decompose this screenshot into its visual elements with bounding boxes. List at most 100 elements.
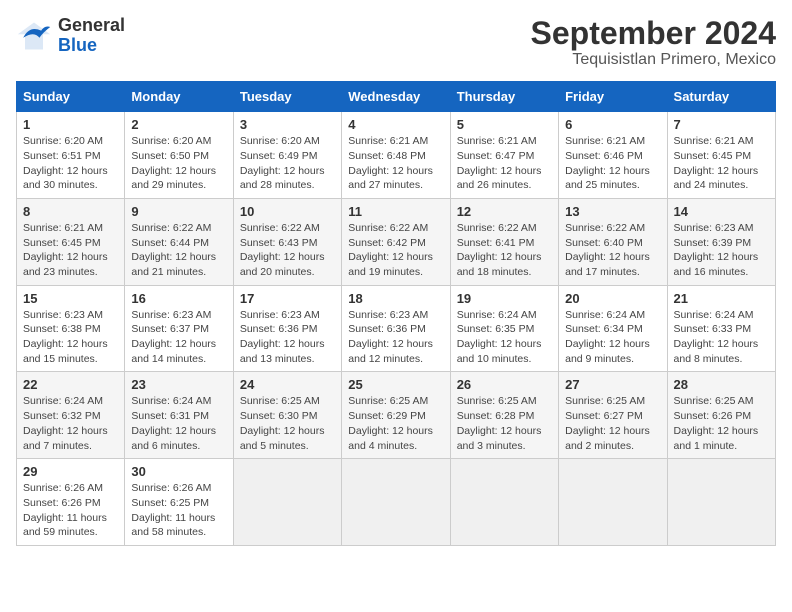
- table-row: 16Sunrise: 6:23 AM Sunset: 6:37 PM Dayli…: [125, 285, 233, 372]
- day-number: 3: [240, 117, 335, 132]
- day-info: Sunrise: 6:23 AM Sunset: 6:37 PM Dayligh…: [131, 308, 226, 367]
- day-number: 30: [131, 464, 226, 479]
- table-row: 2Sunrise: 6:20 AM Sunset: 6:50 PM Daylig…: [125, 112, 233, 199]
- day-info: Sunrise: 6:25 AM Sunset: 6:30 PM Dayligh…: [240, 394, 335, 453]
- day-info: Sunrise: 6:22 AM Sunset: 6:44 PM Dayligh…: [131, 221, 226, 280]
- header-wednesday: Wednesday: [342, 82, 450, 112]
- table-row: [450, 459, 558, 546]
- title-area: September 2024 Tequisistlan Primero, Mex…: [531, 16, 776, 69]
- calendar-week-row: 15 Sunrise: 6:23 AM Sunset: 6:38 PM Dayli…: [17, 285, 776, 372]
- table-row: 8 Sunrise: 6:21 AM Sunset: 6:45 PM Daylig…: [17, 198, 125, 285]
- table-row: 14Sunrise: 6:23 AM Sunset: 6:39 PM Dayli…: [667, 198, 775, 285]
- day-info: Sunrise: 6:23 AM Sunset: 6:38 PM Dayligh…: [23, 308, 118, 367]
- day-number: 17: [240, 291, 335, 306]
- table-row: 21 Sunrise: 6:24 AM Sunset: 6:33 PM Dayli…: [667, 285, 775, 372]
- day-number: 4: [348, 117, 443, 132]
- table-row: 15 Sunrise: 6:23 AM Sunset: 6:38 PM Dayli…: [17, 285, 125, 372]
- day-info: Sunrise: 6:23 AM Sunset: 6:36 PM Dayligh…: [240, 308, 335, 367]
- day-info: Sunrise: 6:21 AM Sunset: 6:45 PM Dayligh…: [674, 134, 769, 193]
- table-row: 23 Sunrise: 6:24 AM Sunset: 6:31 PM Dayli…: [125, 372, 233, 459]
- table-row: 9 Sunrise: 6:22 AM Sunset: 6:44 PM Daylig…: [125, 198, 233, 285]
- table-row: 29Sunrise: 6:26 AM Sunset: 6:26 PM Dayli…: [17, 459, 125, 546]
- day-number: 21: [674, 291, 769, 306]
- table-row: 20Sunrise: 6:24 AM Sunset: 6:34 PM Dayli…: [559, 285, 667, 372]
- table-row: 24 Sunrise: 6:25 AM Sunset: 6:30 PM Dayli…: [233, 372, 341, 459]
- day-number: 23: [131, 377, 226, 392]
- header-thursday: Thursday: [450, 82, 558, 112]
- day-number: 8: [23, 204, 118, 219]
- table-row: 4Sunrise: 6:21 AM Sunset: 6:48 PM Daylig…: [342, 112, 450, 199]
- table-row: 18 Sunrise: 6:23 AM Sunset: 6:36 PM Dayli…: [342, 285, 450, 372]
- weekday-header-row: Sunday Monday Tuesday Wednesday Thursday…: [17, 82, 776, 112]
- day-info: Sunrise: 6:20 AM Sunset: 6:49 PM Dayligh…: [240, 134, 335, 193]
- day-number: 1: [23, 117, 118, 132]
- day-info: Sunrise: 6:22 AM Sunset: 6:42 PM Dayligh…: [348, 221, 443, 280]
- day-info: Sunrise: 6:22 AM Sunset: 6:41 PM Dayligh…: [457, 221, 552, 280]
- table-row: 5 Sunrise: 6:21 AM Sunset: 6:47 PM Daylig…: [450, 112, 558, 199]
- table-row: 26 Sunrise: 6:25 AM Sunset: 6:28 PM Dayli…: [450, 372, 558, 459]
- calendar-week-row: 1 Sunrise: 6:20 AM Sunset: 6:51 PM Daylig…: [17, 112, 776, 199]
- day-info: Sunrise: 6:26 AM Sunset: 6:25 PM Dayligh…: [131, 481, 226, 540]
- calendar-subtitle: Tequisistlan Primero, Mexico: [531, 51, 776, 69]
- table-row: 22 Sunrise: 6:24 AM Sunset: 6:32 PM Dayli…: [17, 372, 125, 459]
- day-info: Sunrise: 6:24 AM Sunset: 6:31 PM Dayligh…: [131, 394, 226, 453]
- day-number: 13: [565, 204, 660, 219]
- table-row: 3 Sunrise: 6:20 AM Sunset: 6:49 PM Daylig…: [233, 112, 341, 199]
- table-row: 25Sunrise: 6:25 AM Sunset: 6:29 PM Dayli…: [342, 372, 450, 459]
- day-number: 12: [457, 204, 552, 219]
- day-info: Sunrise: 6:21 AM Sunset: 6:47 PM Dayligh…: [457, 134, 552, 193]
- table-row: 12 Sunrise: 6:22 AM Sunset: 6:41 PM Dayli…: [450, 198, 558, 285]
- header-monday: Monday: [125, 82, 233, 112]
- day-number: 20: [565, 291, 660, 306]
- table-row: 6 Sunrise: 6:21 AM Sunset: 6:46 PM Daylig…: [559, 112, 667, 199]
- table-row: 27 Sunrise: 6:25 AM Sunset: 6:27 PM Dayli…: [559, 372, 667, 459]
- day-number: 10: [240, 204, 335, 219]
- day-number: 24: [240, 377, 335, 392]
- header-tuesday: Tuesday: [233, 82, 341, 112]
- day-number: 6: [565, 117, 660, 132]
- day-info: Sunrise: 6:22 AM Sunset: 6:43 PM Dayligh…: [240, 221, 335, 280]
- day-number: 18: [348, 291, 443, 306]
- calendar-title: September 2024: [531, 16, 776, 51]
- day-number: 26: [457, 377, 552, 392]
- calendar-week-row: 8 Sunrise: 6:21 AM Sunset: 6:45 PM Daylig…: [17, 198, 776, 285]
- table-row: 10 Sunrise: 6:22 AM Sunset: 6:43 PM Dayli…: [233, 198, 341, 285]
- day-info: Sunrise: 6:25 AM Sunset: 6:27 PM Dayligh…: [565, 394, 660, 453]
- calendar-week-row: 29Sunrise: 6:26 AM Sunset: 6:26 PM Dayli…: [17, 459, 776, 546]
- table-row: 13Sunrise: 6:22 AM Sunset: 6:40 PM Dayli…: [559, 198, 667, 285]
- header-sunday: Sunday: [17, 82, 125, 112]
- day-info: Sunrise: 6:24 AM Sunset: 6:32 PM Dayligh…: [23, 394, 118, 453]
- header-saturday: Saturday: [667, 82, 775, 112]
- day-info: Sunrise: 6:23 AM Sunset: 6:36 PM Dayligh…: [348, 308, 443, 367]
- page-header: General Blue September 2024 Tequisistlan…: [16, 16, 776, 69]
- table-row: [559, 459, 667, 546]
- logo: General Blue: [16, 16, 125, 56]
- logo-text: General Blue: [58, 16, 125, 56]
- day-info: Sunrise: 6:21 AM Sunset: 6:45 PM Dayligh…: [23, 221, 118, 280]
- day-number: 7: [674, 117, 769, 132]
- calendar-week-row: 22 Sunrise: 6:24 AM Sunset: 6:32 PM Dayli…: [17, 372, 776, 459]
- day-number: 27: [565, 377, 660, 392]
- day-number: 9: [131, 204, 226, 219]
- day-number: 19: [457, 291, 552, 306]
- day-info: Sunrise: 6:25 AM Sunset: 6:28 PM Dayligh…: [457, 394, 552, 453]
- day-info: Sunrise: 6:25 AM Sunset: 6:29 PM Dayligh…: [348, 394, 443, 453]
- calendar-body: 1 Sunrise: 6:20 AM Sunset: 6:51 PM Daylig…: [17, 112, 776, 546]
- day-info: Sunrise: 6:20 AM Sunset: 6:51 PM Dayligh…: [23, 134, 118, 193]
- day-info: Sunrise: 6:24 AM Sunset: 6:33 PM Dayligh…: [674, 308, 769, 367]
- day-number: 15: [23, 291, 118, 306]
- table-row: 1 Sunrise: 6:20 AM Sunset: 6:51 PM Daylig…: [17, 112, 125, 199]
- day-number: 11: [348, 204, 443, 219]
- day-info: Sunrise: 6:20 AM Sunset: 6:50 PM Dayligh…: [131, 134, 226, 193]
- table-row: [342, 459, 450, 546]
- table-row: 19 Sunrise: 6:24 AM Sunset: 6:35 PM Dayli…: [450, 285, 558, 372]
- table-row: [233, 459, 341, 546]
- day-info: Sunrise: 6:24 AM Sunset: 6:35 PM Dayligh…: [457, 308, 552, 367]
- day-info: Sunrise: 6:21 AM Sunset: 6:46 PM Dayligh…: [565, 134, 660, 193]
- day-number: 5: [457, 117, 552, 132]
- table-row: [667, 459, 775, 546]
- table-row: 28Sunrise: 6:25 AM Sunset: 6:26 PM Dayli…: [667, 372, 775, 459]
- day-number: 22: [23, 377, 118, 392]
- day-number: 14: [674, 204, 769, 219]
- table-row: 7 Sunrise: 6:21 AM Sunset: 6:45 PM Daylig…: [667, 112, 775, 199]
